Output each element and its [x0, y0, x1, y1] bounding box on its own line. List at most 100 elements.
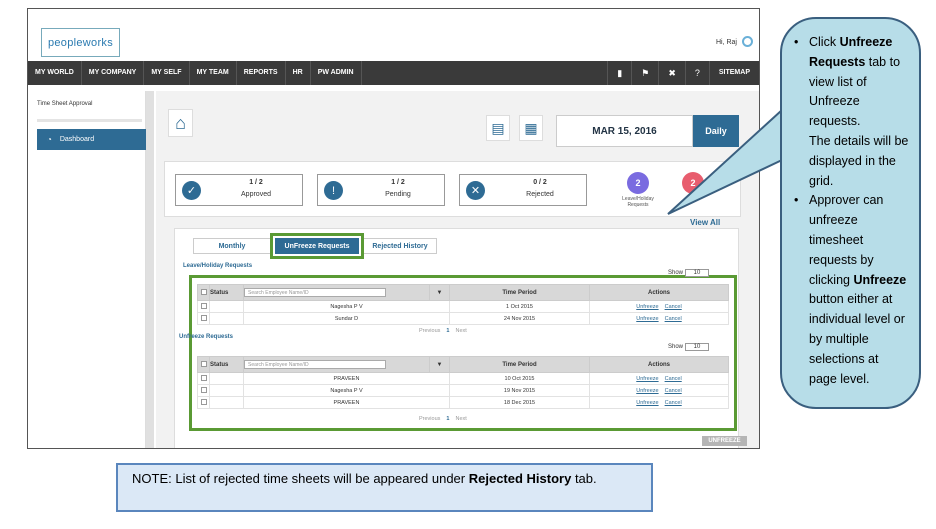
- time-period: 1 Oct 2015: [449, 300, 590, 313]
- row-checkbox[interactable]: [200, 398, 207, 405]
- leave-show-label: Show: [668, 270, 684, 276]
- employee-name: Nagesha P V: [243, 384, 450, 397]
- rejected-card[interactable]: ✕ 0 / 2 Rejected: [459, 174, 587, 206]
- unfreeze-link[interactable]: Unfreeze: [636, 400, 658, 406]
- pager-page[interactable]: 1: [446, 416, 449, 422]
- rejected-count: 0 / 2: [533, 179, 547, 186]
- pager-page[interactable]: 1: [446, 328, 449, 334]
- pending-count: 1 / 2: [391, 179, 405, 186]
- pin-icon[interactable]: ⚑: [631, 61, 658, 85]
- cancel-link[interactable]: Cancel: [665, 376, 682, 382]
- nav-right-tools: ▮ ⚑ ✖ ? SITEMAP: [607, 61, 759, 85]
- unfreeze-show-value[interactable]: 10: [685, 343, 710, 351]
- pending-card[interactable]: ! 1 / 2 Pending: [317, 174, 445, 206]
- user-greeting: Hi, Raj: [715, 39, 737, 46]
- requests-panel: Monthly UnFreeze Requests Rejected Histo…: [174, 228, 739, 448]
- row-checkbox[interactable]: [200, 374, 207, 381]
- check-icon: ✓: [182, 181, 201, 200]
- approved-count: 1 / 2: [249, 179, 263, 186]
- nav-my-self[interactable]: MY SELF: [144, 61, 190, 85]
- table-row: PRAVEEN 18 Dec 2015 Unfreeze Cancel: [197, 396, 729, 409]
- employee-name: PRAVEEN: [243, 396, 450, 409]
- unfreeze-link[interactable]: Unfreeze: [636, 316, 658, 322]
- callout-bold: Unfreeze: [853, 272, 907, 287]
- sidebar-collapse-handle[interactable]: [146, 91, 154, 448]
- nav-my-world[interactable]: MY WORLD: [28, 61, 82, 85]
- sidebar: Time Sheet Approval ◔ Dashboard: [28, 91, 147, 448]
- tools-icon[interactable]: ✖: [658, 61, 685, 85]
- leave-show-value[interactable]: 10: [685, 269, 710, 277]
- col-actions: Actions: [589, 356, 729, 373]
- unfreeze-show-select[interactable]: Show 10: [668, 343, 710, 351]
- table-row: PRAVEEN 10 Oct 2015 Unfreeze Cancel: [197, 372, 729, 385]
- filter-icon[interactable]: ▼: [429, 356, 450, 373]
- row-checkbox[interactable]: [200, 386, 207, 393]
- rejected-label: Rejected: [526, 191, 554, 198]
- unfreeze-link[interactable]: Unfreeze: [636, 304, 658, 310]
- nav-my-team[interactable]: MY TEAM: [190, 61, 237, 85]
- time-period: 10 Oct 2015: [449, 372, 590, 385]
- unfreeze-link[interactable]: Unfreeze: [636, 376, 658, 382]
- tab-highlight: [270, 233, 364, 259]
- pager-previous[interactable]: Previous: [419, 416, 440, 422]
- leave-show-select[interactable]: Show 10: [668, 269, 710, 277]
- col-time-period: Time Period: [449, 356, 590, 373]
- row-checkbox[interactable]: [200, 314, 207, 321]
- calendar-icon[interactable]: ▦: [519, 115, 543, 141]
- tab-rejected-history[interactable]: Rejected History: [363, 238, 437, 254]
- search-input[interactable]: Search Employee Name/ID: [244, 288, 386, 297]
- home-icon[interactable]: ⌂: [168, 109, 193, 137]
- nav-pw-admin[interactable]: PW ADMIN: [311, 61, 362, 85]
- leave-section-title: Leave/Holiday Requests: [183, 263, 253, 269]
- pager-previous[interactable]: Previous: [419, 328, 440, 334]
- callout-bullet-1: Click Unfreeze Requests tab to view list…: [791, 33, 909, 191]
- filter-icon[interactable]: ▼: [429, 284, 450, 301]
- export-icon[interactable]: ▤: [486, 115, 510, 141]
- cancel-link[interactable]: Cancel: [665, 388, 682, 394]
- pending-label: Pending: [385, 191, 411, 198]
- unfreeze-section-title: Unfreeze Requests: [179, 334, 234, 340]
- table-row: Sundar D 24 Nov 2015 Unfreeze Cancel: [197, 312, 729, 325]
- app-screenshot: peopleworks Hi, Raj MY WORLD MY COMPANY …: [27, 8, 760, 449]
- employee-name: PRAVEEN: [243, 372, 450, 385]
- search-input[interactable]: Search Employee Name/ID: [244, 360, 386, 369]
- select-all-checkbox[interactable]: [200, 288, 207, 295]
- unfreeze-show-label: Show: [668, 344, 684, 350]
- cancel-link[interactable]: Cancel: [665, 316, 682, 322]
- nav-my-company[interactable]: MY COMPANY: [82, 61, 145, 85]
- book-icon[interactable]: ▮: [607, 61, 631, 85]
- cancel-link[interactable]: Cancel: [665, 304, 682, 310]
- callout-text: Click: [809, 35, 840, 49]
- approved-card[interactable]: ✓ 1 / 2 Approved: [175, 174, 303, 206]
- row-checkbox[interactable]: [200, 302, 207, 309]
- callout-pointer: [667, 107, 783, 215]
- pager-next[interactable]: Next: [455, 328, 466, 334]
- col-status: Status: [209, 284, 244, 301]
- leave-requests-badge[interactable]: 2: [627, 172, 649, 194]
- nav-reports[interactable]: REPORTS: [237, 61, 286, 85]
- sidebar-item-dashboard[interactable]: ◔ Dashboard: [37, 129, 147, 150]
- help-icon[interactable]: ?: [684, 61, 709, 85]
- callout-text: The details will be displayed in the gri…: [809, 133, 909, 188]
- app-header: peopleworks Hi, Raj: [28, 9, 759, 61]
- cross-icon: ✕: [466, 181, 485, 200]
- info-icon: !: [324, 181, 343, 200]
- approved-label: Approved: [241, 191, 271, 198]
- nav-hr[interactable]: HR: [286, 61, 311, 85]
- callout-box: Click Unfreeze Requests tab to view list…: [780, 17, 921, 409]
- time-period: 18 Dec 2015: [449, 396, 590, 409]
- gear-icon[interactable]: [742, 36, 753, 47]
- tab-monthly[interactable]: Monthly: [193, 238, 271, 254]
- unfreeze-button[interactable]: UNFREEZE: [702, 436, 747, 446]
- select-all-checkbox[interactable]: [200, 360, 207, 367]
- pager-next[interactable]: Next: [455, 416, 466, 422]
- cancel-link[interactable]: Cancel: [665, 400, 682, 406]
- unfreeze-link[interactable]: Unfreeze: [636, 388, 658, 394]
- peopleworks-logo[interactable]: peopleworks: [41, 28, 120, 57]
- dashboard-icon: ◔: [47, 135, 52, 144]
- nav-sitemap[interactable]: SITEMAP: [708, 61, 759, 85]
- leave-requests-table: Status Search Employee Name/ID ▼ Time Pe…: [197, 284, 729, 325]
- time-period: 19 Nov 2015: [449, 384, 590, 397]
- note-text: NOTE: List of rejected time sheets will …: [132, 471, 469, 486]
- callout-bullet-2: Approver can unfreeze timesheet requests…: [791, 191, 909, 389]
